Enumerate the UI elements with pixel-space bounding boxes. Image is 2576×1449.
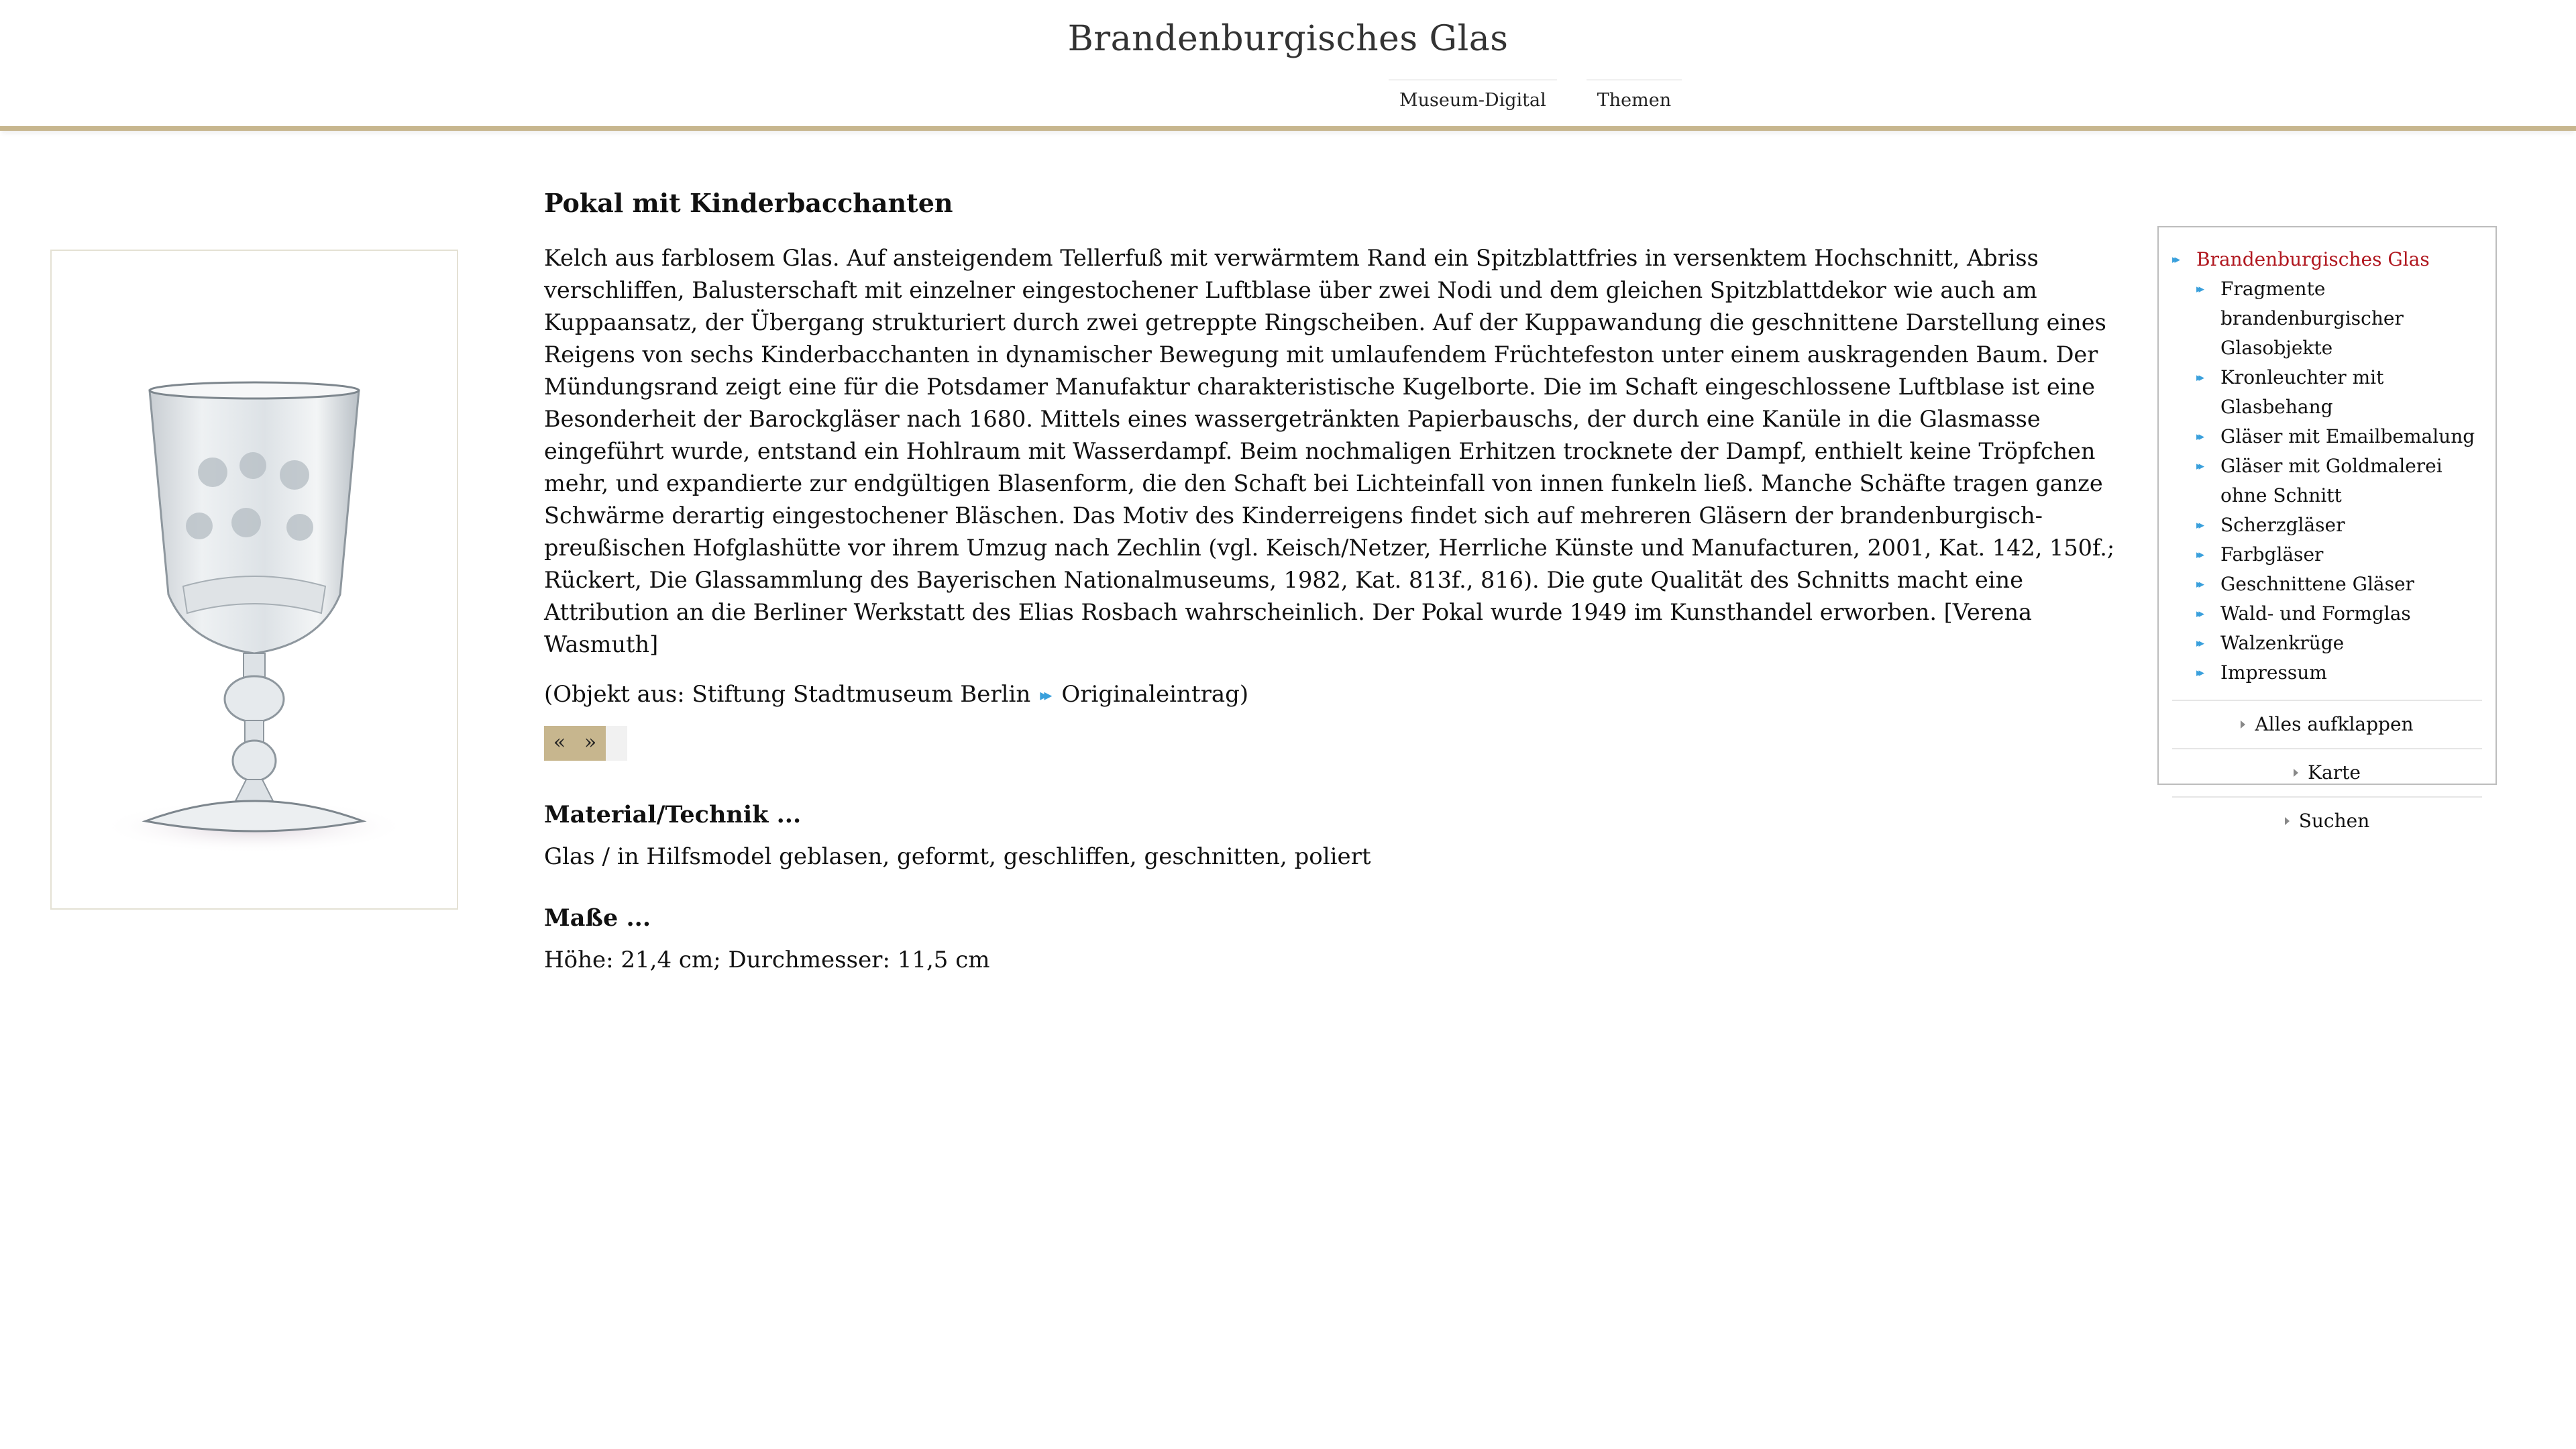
sidebar-item-impressum[interactable]: ▸▸ Impressum (2172, 658, 2482, 688)
previous-button[interactable]: « (544, 726, 575, 761)
search-label: Suchen (2298, 810, 2370, 832)
double-arrow-icon: ▸▸ (2196, 548, 2204, 561)
search-button[interactable]: Suchen (2172, 796, 2482, 845)
sidebar-item-farbglaeser[interactable]: ▸▸ Farbgläser (2172, 540, 2482, 570)
expand-all-label: Alles aufklappen (2255, 713, 2414, 735)
double-arrow-icon: ▸▸ (2196, 666, 2204, 680)
double-arrow-icon: ▸▸ (1040, 686, 1052, 704)
double-arrow-icon: ▸▸ (2196, 460, 2204, 473)
sidebar-item-label: Impressum (2220, 661, 2327, 684)
expand-all-button[interactable]: Alles aufklappen (2172, 700, 2482, 748)
double-arrow-icon: ▸▸ (2196, 578, 2204, 591)
dimensions-heading[interactable]: Maße ... (544, 904, 1550, 932)
map-button[interactable]: Karte (2172, 748, 2482, 796)
triangle-right-icon (2284, 817, 2290, 825)
site-header: Brandenburgisches Glas Museum-Digital Th… (0, 0, 2576, 131)
double-arrow-icon: ▸▸ (2172, 253, 2180, 266)
sidebar-item-brandenburgisches-glas[interactable]: ▸▸ Brandenburgisches Glas (2172, 245, 2482, 274)
sidebar-item-label: Kronleuchter mit Glasbehang (2220, 366, 2384, 418)
double-arrow-icon: ▸▸ (2196, 282, 2204, 296)
sidebar-item-label: Geschnittene Gläser (2220, 573, 2414, 595)
object-title: Pokal mit Kinderbacchanten (544, 188, 953, 218)
sidebar-item-geschnittene-glaeser[interactable]: ▸▸ Geschnittene Gläser (2172, 570, 2482, 599)
double-arrow-icon: ▸▸ (2196, 519, 2204, 532)
nav-themen[interactable]: Themen (1586, 79, 1682, 120)
sidebar-item-label: Wald- und Formglas (2220, 602, 2411, 625)
dimensions-section: Maße ... Höhe: 21,4 cm; Durchmesser: 11,… (544, 904, 1550, 973)
object-description: Kelch aus farblosem Glas. Auf ansteigend… (544, 245, 2115, 657)
triangle-right-icon (2241, 720, 2246, 729)
nav-museum-digital[interactable]: Museum-Digital (1389, 79, 1557, 120)
object-source: (Objekt aus: Stiftung Stadtmuseum Berlin… (544, 678, 2134, 711)
object-content: Pokal mit Kinderbacchanten Kelch aus far… (544, 188, 2134, 761)
pager: « » (544, 726, 627, 761)
sidebar-item-goldmalerei[interactable]: ▸▸ Gläser mit Goldmalerei ohne Schnitt (2172, 451, 2482, 511)
material-section: Material/Technik ... Glas / in Hilfsmode… (544, 801, 1550, 870)
object-image[interactable] (50, 250, 458, 910)
sidebar-item-label: Walzenkrüge (2220, 632, 2345, 654)
sidebar-item-emailbemalung[interactable]: ▸▸ Gläser mit Emailbemalung (2172, 422, 2482, 451)
sidebar-item-walzenkruege[interactable]: ▸▸ Walzenkrüge (2172, 629, 2482, 658)
sidebar-item-wald-und-formglas[interactable]: ▸▸ Wald- und Formglas (2172, 599, 2482, 629)
original-entry-link[interactable]: Originaleintrag) (1061, 681, 1248, 708)
sidebar-actions: Alles aufklappen Karte Suchen (2172, 700, 2482, 845)
double-arrow-icon: ▸▸ (2196, 371, 2204, 384)
double-arrow-icon: ▸▸ (2196, 607, 2204, 621)
sidebar-item-fragmente[interactable]: ▸▸ Fragmente brandenburgischer Glasobjekt… (2172, 274, 2482, 363)
sidebar-menu: ▸▸ Brandenburgisches Glas ▸▸ Fragmente bra… (2172, 245, 2482, 688)
site-title[interactable]: Brandenburgisches Glas (0, 19, 2576, 59)
triangle-right-icon (2294, 769, 2299, 777)
material-value: Glas / in Hilfsmodel geblasen, geformt, … (544, 843, 1371, 870)
goblet-photo (100, 381, 409, 853)
sidebar-item-label: Gläser mit Emailbemalung (2220, 425, 2475, 447)
sidebar-item-label: Farbgläser (2220, 543, 2324, 566)
sidebar-item-label: Scherzgläser (2220, 514, 2345, 536)
map-label: Karte (2308, 761, 2361, 784)
sidebar-item-scherzglaeser[interactable]: ▸▸ Scherzgläser (2172, 511, 2482, 540)
dimensions-value: Höhe: 21,4 cm; Durchmesser: 11,5 cm (544, 947, 990, 973)
sidebar-item-label: Fragmente brandenburgischer Glasobjekte (2220, 278, 2404, 359)
pager-spacer (606, 726, 627, 761)
next-button[interactable]: » (575, 726, 606, 761)
sidebar-item-label: Gläser mit Goldmalerei ohne Schnitt (2220, 455, 2443, 506)
sidebar-navigation: ▸▸ Brandenburgisches Glas ▸▸ Fragmente bra… (2157, 226, 2497, 832)
double-arrow-icon: ▸▸ (2196, 637, 2204, 650)
material-heading[interactable]: Material/Technik ... (544, 801, 1550, 828)
double-arrow-icon: ▸▸ (2196, 430, 2204, 443)
source-prefix: (Objekt aus: Stiftung Stadtmuseum Berlin (544, 681, 1031, 708)
top-navigation: Museum-Digital Themen (1389, 79, 1682, 120)
sidebar-item-label: Brandenburgisches Glas (2196, 248, 2430, 270)
sidebar-item-kronleuchter[interactable]: ▸▸ Kronleuchter mit Glasbehang (2172, 363, 2482, 422)
